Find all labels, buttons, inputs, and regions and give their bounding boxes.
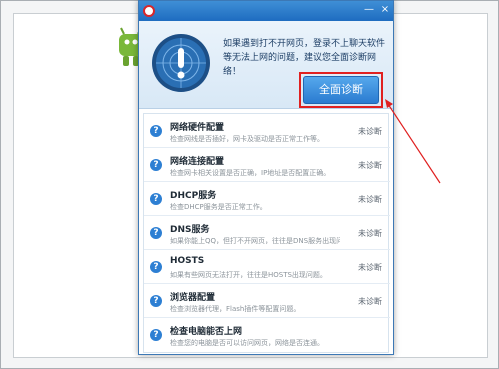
check-status: 未诊断 [358, 127, 382, 136]
question-icon: ? [150, 159, 162, 171]
check-status: 未诊断 [358, 161, 382, 170]
check-item[interactable]: ? DNS服务 如果你能上QQ，但打不开网页，往往是DNS服务出现问题。 未诊断 [144, 216, 390, 250]
check-desc: 如果有些网页无法打开，往往是HOSTS出现问题。 [170, 271, 327, 279]
minimize-button[interactable]: — [363, 4, 375, 16]
radar-alert-icon [152, 34, 210, 92]
check-title: 检查电脑能否上网 [170, 327, 243, 337]
check-desc: 检查DHCP服务是否正常工作。 [170, 203, 267, 211]
check-item[interactable]: ? HOSTS 如果有些网页无法打开，往往是HOSTS出现问题。 未诊断 [144, 250, 390, 284]
check-status: 未诊断 [358, 263, 382, 272]
check-item[interactable]: ? DHCP服务 检查DHCP服务是否正常工作。 未诊断 [144, 182, 390, 216]
dialog-header: 如果遇到打不开网页，登录不上聊天软件等无法上网的问题，建议您全面诊断网络！ 全面… [139, 21, 393, 109]
check-desc: 检查网线是否插好，网卡及驱动是否正常工作等。 [170, 135, 324, 143]
check-title: DNS服务 [170, 225, 210, 235]
check-desc: 如果你能上QQ，但打不开网页，往往是DNS服务出现问题。 [170, 237, 340, 245]
check-item[interactable]: ? 浏览器配置 检查浏览器代理，Flash插件等配置问题。 未诊断 [144, 284, 390, 318]
check-desc: 检查您的电脑是否可以访问网页，网络是否连通。 [170, 339, 324, 347]
check-item[interactable]: ? 网络硬件配置 检查网线是否插好，网卡及驱动是否正常工作等。 未诊断 [144, 114, 390, 148]
check-item[interactable]: ? 检查电脑能否上网 检查您的电脑是否可以访问网页，网络是否连通。 [144, 318, 390, 352]
question-icon: ? [150, 227, 162, 239]
check-item[interactable]: ? 网络连接配置 检查网卡相关设置是否正确，IP地址是否配置正确。 未诊断 [144, 148, 390, 182]
check-desc: 检查网卡相关设置是否正确，IP地址是否配置正确。 [170, 169, 331, 177]
check-title: 网络硬件配置 [170, 123, 225, 133]
network-diagnosis-dialog: — × 如果遇到打不开网页，登录不上聊天软件等无法上网的问题，建议您全面诊断网络… [138, 0, 394, 355]
intro-text: 如果遇到打不开网页，登录不上聊天软件等无法上网的问题，建议您全面诊断网络！ [223, 39, 386, 77]
check-title: HOSTS [170, 256, 205, 266]
question-icon: ? [150, 261, 162, 273]
check-title: 浏览器配置 [170, 293, 216, 303]
title-bar[interactable]: — × [139, 1, 393, 21]
check-status: 未诊断 [358, 229, 382, 238]
check-list: ? 网络硬件配置 检查网线是否插好，网卡及驱动是否正常工作等。 未诊断 ? 网络… [143, 113, 390, 353]
full-diagnosis-button[interactable]: 全面诊断 [303, 76, 379, 104]
check-title: DHCP服务 [170, 191, 217, 201]
question-icon: ? [150, 295, 162, 307]
check-desc: 检查浏览器代理，Flash插件等配置问题。 [170, 305, 301, 313]
question-icon: ? [150, 329, 162, 341]
check-title: 网络连接配置 [170, 157, 225, 167]
question-icon: ? [150, 193, 162, 205]
check-status: 未诊断 [358, 195, 382, 204]
question-icon: ? [150, 125, 162, 137]
close-button[interactable]: × [379, 4, 391, 16]
check-status: 未诊断 [358, 297, 382, 306]
app-logo-icon [143, 5, 155, 17]
